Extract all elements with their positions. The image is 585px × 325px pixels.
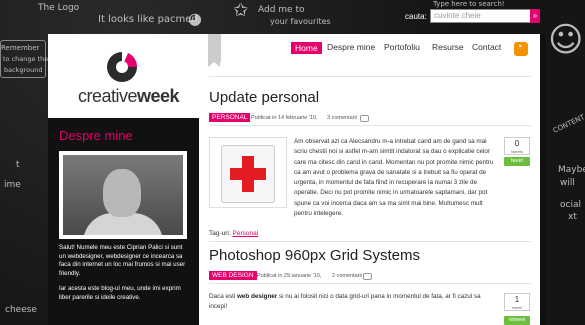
bookmark-ribbon (208, 34, 221, 67)
post-comments-1[interactable]: 3 comentarii (327, 115, 357, 121)
tweet-button-1[interactable]: tweet (504, 157, 530, 166)
post-meta-divider-1 (209, 125, 531, 126)
tweet-count-1: 0 (514, 139, 520, 148)
photo-face (103, 169, 141, 217)
nav-contact[interactable]: Contact (472, 42, 501, 52)
tweet-counter-2: 1 tweet (504, 293, 530, 311)
post-divider (209, 241, 531, 242)
nav-portfolio[interactable]: Portofoliu (384, 42, 420, 52)
doodle-search-hint: Type here to search! (433, 0, 505, 8)
post-tag-2[interactable]: WEB DESIGN (209, 271, 257, 280)
doodle-right-ocial: ocial (560, 200, 581, 210)
post-body-2-pre: Daca esti (209, 293, 237, 300)
rss-icon[interactable] (514, 41, 528, 56)
doodle-the-logo: The Logo (38, 3, 80, 13)
post-title-2[interactable]: Photoshop 960px Grid Systems (209, 247, 420, 264)
post-meta-1: Publicat in 14 februarie '10, (251, 115, 318, 121)
tweet-button-2[interactable]: retweet (504, 316, 530, 325)
search-input[interactable]: cuvinte cheie (430, 9, 536, 23)
logo-text-light: creative (78, 86, 138, 106)
doodle-pacman-icon: ◕ (188, 9, 202, 28)
star-icon: ✩ (233, 0, 249, 21)
post-body-2: Daca esti web designer si nu ai folosit … (209, 292, 499, 313)
doodle-right-will: will (560, 178, 575, 188)
doodle-favourites: your favourites (270, 17, 331, 26)
tweet-count-2: 1 (514, 295, 520, 304)
doodle-right-xt: xt (568, 212, 577, 222)
doodle-left-ime: ime (4, 180, 21, 190)
logo-text[interactable]: creativeweek (78, 86, 180, 107)
tweet-word-2: tweet (512, 305, 522, 310)
doodle-left-t: t (16, 160, 20, 170)
post-tag-1[interactable]: PERSONAL (209, 113, 251, 122)
logo-text-bold: week (137, 86, 180, 106)
post-comments-2[interactable]: 2 comentarii (332, 273, 362, 279)
nav-about[interactable]: Despre mine (327, 42, 375, 52)
post-thumbnail-1[interactable] (209, 137, 287, 208)
tweet-word-1: tweets (511, 149, 523, 154)
nav-resources[interactable]: Resurse (432, 42, 464, 52)
doodle-add-me: Add me to (258, 5, 305, 15)
cross-horizontal (230, 168, 266, 180)
doodle-right-maybe: Maybe (558, 165, 585, 175)
doodle-skull-icon: ☺ (548, 20, 584, 60)
doodle-pacman-note: It looks like pacmen (98, 14, 198, 25)
sidebar-title: Despre mine (59, 128, 133, 143)
logo-icon (107, 52, 138, 82)
nav-home[interactable]: Home (291, 42, 322, 54)
post-body-2-bold: web designer (237, 293, 278, 300)
post-meta-2: Publicat in 29 ianuarie '10, (257, 273, 322, 279)
comment-icon (363, 273, 372, 280)
post-title-1[interactable]: Update personal (209, 89, 319, 106)
doodle-frame (0, 40, 46, 78)
post-tags-1: Tag-uri: Personal (209, 230, 258, 237)
profile-photo (63, 155, 183, 235)
comment-icon (360, 115, 369, 122)
sidebar-bio-2: Iar acesta este blog-ul meu, unde imi ex… (59, 285, 181, 301)
nav-divider (209, 76, 531, 77)
tweet-counter-1: 0 tweets (504, 137, 530, 155)
post-meta-divider-2 (209, 283, 531, 284)
tags-label: Tag-uri: (209, 230, 231, 237)
search-label: cauta: (405, 12, 427, 21)
medical-cross-icon (221, 145, 275, 203)
doodle-cheese: cheese (5, 305, 37, 315)
tag-link-personal[interactable]: Personal (233, 230, 259, 237)
search-button[interactable]: » (530, 9, 540, 23)
post-body-1: Am observat azi ca Alecsandru m-a intreb… (294, 138, 494, 218)
sidebar-bio-1: Salut! Numele meu este Ciprian Palici si… (59, 244, 186, 277)
right-edge-stripe (540, 34, 545, 325)
